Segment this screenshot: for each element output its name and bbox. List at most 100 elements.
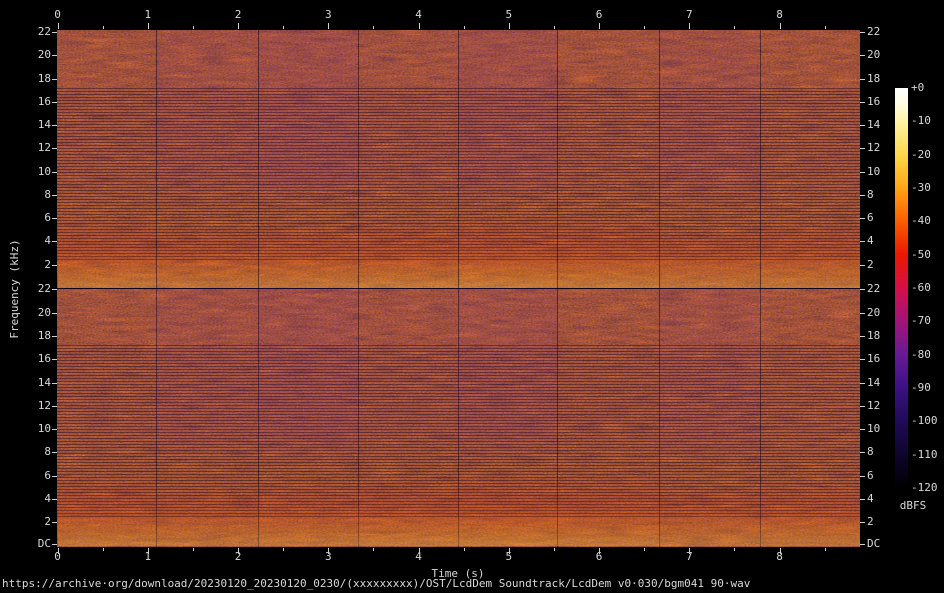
time-tick-minor: [102, 26, 104, 29]
freq-tick-label: 12: [867, 141, 881, 155]
freq-tick: [860, 289, 865, 291]
freq-tick-label: 2: [867, 257, 874, 271]
freq-tick-label: 18: [37, 71, 51, 85]
time-tick-major: [779, 548, 781, 554]
freq-tick: [52, 78, 57, 80]
spectrogram-segment: [257, 30, 359, 288]
time-tick-major: [599, 548, 600, 554]
time-tick-major: [238, 548, 239, 554]
freq-tick-label: 12: [37, 141, 51, 155]
freq-tick-label: 16: [37, 94, 51, 108]
colorbar-tick-label: -30: [911, 181, 931, 194]
freq-tick-label: 18: [867, 71, 881, 85]
spectrogram-segment: [759, 30, 860, 288]
freq-tick: [52, 312, 57, 314]
time-tick-minor: [463, 548, 465, 551]
spectrogram-segment: [358, 287, 459, 546]
time-tick-major: [508, 548, 510, 554]
freq-tick: [52, 194, 57, 196]
freq-tick-label: 10: [37, 422, 51, 436]
spectrogram-segment: [57, 30, 156, 288]
freq-tick-label: 10: [37, 164, 51, 178]
freq-tick: [860, 475, 865, 477]
spectrogram-segment: [155, 287, 258, 546]
time-tick-minor: [644, 26, 646, 29]
freq-tick-label: 14: [867, 375, 881, 389]
spectrogram-segment: [358, 30, 459, 288]
freq-tick-label: 14: [37, 375, 51, 389]
time-tick-major: [147, 23, 149, 29]
freq-tick-label: 4: [44, 491, 51, 505]
freq-tick: [52, 336, 57, 338]
freq-tick: [860, 148, 865, 150]
freq-tick-label: 22: [867, 282, 881, 296]
freq-tick: [52, 522, 57, 524]
spectrogram-segment: [458, 287, 557, 546]
freq-tick-label: 8: [44, 445, 51, 459]
time-tick-label: 1: [144, 8, 152, 21]
freq-tick-label: 10: [867, 422, 881, 436]
freq-tick: [860, 264, 865, 266]
freq-tick: [860, 452, 865, 454]
time-tick-major: [689, 548, 691, 554]
freq-tick-label: 4: [867, 491, 874, 505]
freq-tick: [860, 543, 865, 545]
freq-tick-label: 4: [867, 234, 874, 248]
freq-tick: [52, 31, 57, 33]
freq-tick: [52, 498, 57, 500]
freq-tick-label: 20: [37, 48, 51, 62]
freq-tick: [52, 101, 57, 103]
freq-tick-label: 8: [867, 187, 874, 201]
freq-tick: [52, 543, 57, 545]
freq-tick-label: 16: [867, 352, 881, 366]
time-tick-label: 6: [595, 8, 603, 21]
time-tick-major: [418, 548, 420, 554]
freq-tick: [52, 359, 57, 361]
colorbar-tick-label: -10: [911, 114, 931, 128]
freq-tick-label: 14: [37, 118, 51, 132]
time-tick-minor: [824, 548, 826, 551]
freq-tick-label: 16: [867, 94, 881, 108]
time-tick-minor: [644, 548, 646, 551]
freq-tick-label: 20: [867, 305, 881, 319]
freq-tick-label: 10: [867, 164, 881, 178]
colorbar-tick-label: -60: [911, 281, 931, 294]
freq-tick: [860, 405, 865, 407]
time-tick-minor: [553, 26, 555, 29]
time-tick-minor: [102, 548, 104, 551]
colorbar-gradient: [895, 88, 908, 488]
freq-tick-label: 6: [44, 468, 51, 482]
freq-tick-label: 16: [37, 352, 51, 366]
time-tick-minor: [192, 26, 194, 29]
time-tick-minor: [824, 26, 826, 29]
colorbar-title: dBFS: [899, 499, 927, 512]
freq-tick: [860, 101, 865, 103]
freq-tick: [52, 264, 57, 266]
frequency-axis-title: Frequency (kHz): [8, 239, 21, 339]
freq-tick: [52, 218, 57, 220]
colorbar-tick-label: -70: [911, 314, 931, 328]
freq-tick: [860, 312, 865, 314]
time-tick-minor: [734, 26, 736, 29]
time-tick-label: 0: [54, 8, 61, 21]
time-tick-major: [328, 548, 330, 554]
freq-tick: [860, 241, 865, 243]
freq-tick-label: 18: [867, 329, 881, 343]
time-tick-label: 7: [685, 8, 693, 21]
freq-tick: [52, 429, 57, 431]
freq-tick-label: 8: [867, 445, 874, 459]
freq-tick: [860, 336, 865, 338]
time-tick-major: [238, 23, 239, 29]
freq-tick-label: 12: [867, 398, 881, 412]
freq-tick-label: 2: [44, 515, 51, 529]
time-tick-minor: [283, 26, 285, 29]
freq-tick: [52, 405, 57, 407]
freq-tick: [860, 171, 865, 173]
colorbar-tick-label: -90: [911, 381, 931, 394]
freq-tick: [52, 55, 57, 57]
freq-tick-label: 6: [44, 211, 51, 225]
colorbar-tick-label: -20: [911, 147, 931, 161]
colorbar-tick-label: -50: [911, 247, 931, 261]
freq-tick-label: 14: [867, 118, 881, 132]
time-tick-label: 4: [415, 8, 422, 21]
